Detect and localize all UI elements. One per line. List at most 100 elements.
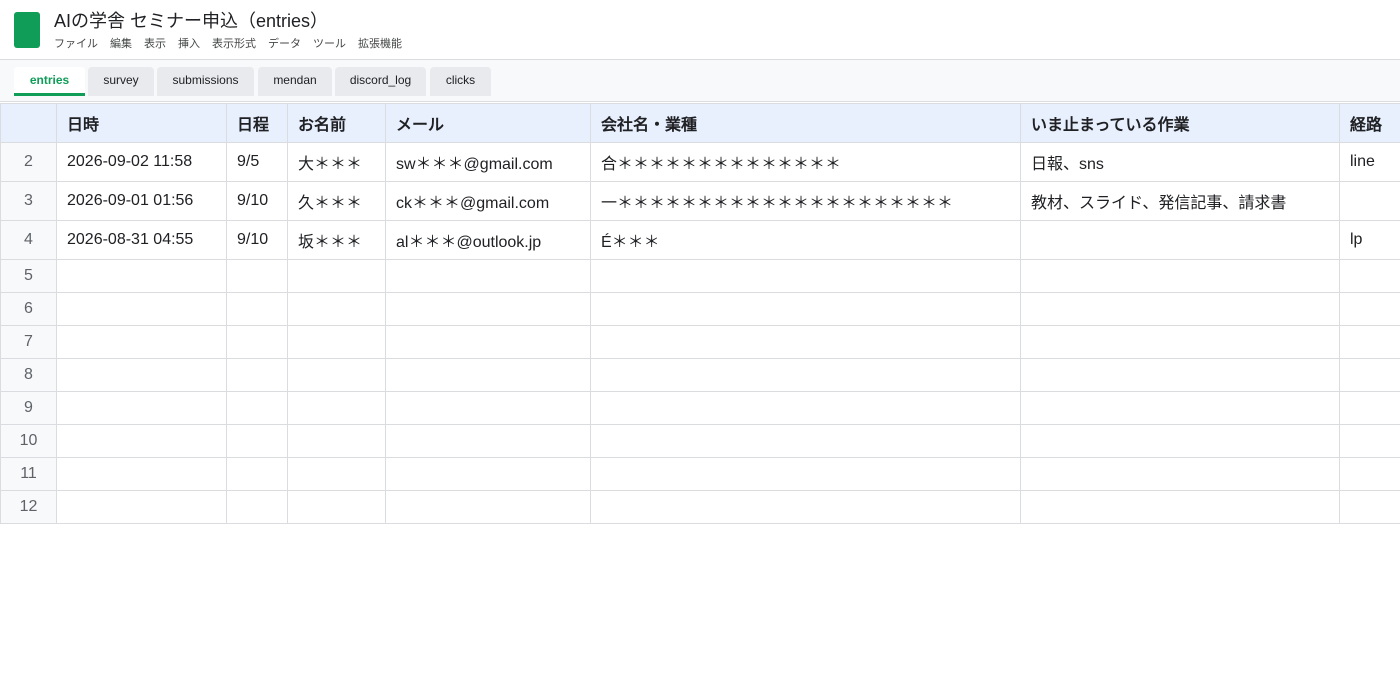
table-cell[interactable]: [1339, 358, 1400, 392]
row-number[interactable]: 9: [0, 391, 57, 425]
table-cell[interactable]: sw＊＊＊@gmail.com: [385, 142, 591, 182]
table-cell[interactable]: 2026-09-01 01:56: [56, 181, 227, 221]
table-cell[interactable]: 9/5: [226, 142, 288, 182]
table-cell[interactable]: [56, 259, 227, 293]
table-cell[interactable]: [226, 457, 288, 491]
menu-view[interactable]: 表示: [144, 36, 166, 52]
table-cell[interactable]: [287, 457, 386, 491]
tab-discord-log[interactable]: discord_log: [335, 67, 426, 96]
table-cell[interactable]: [1020, 391, 1340, 425]
table-cell[interactable]: [56, 424, 227, 458]
table-cell[interactable]: [1339, 325, 1400, 359]
tab-entries[interactable]: entries: [14, 67, 85, 96]
table-cell[interactable]: 坂＊＊＊: [287, 220, 386, 260]
table-cell[interactable]: 教材、スライド、発信記事、請求書: [1020, 181, 1340, 221]
table-cell[interactable]: [56, 325, 227, 359]
row-number[interactable]: 8: [0, 358, 57, 392]
table-cell[interactable]: [1339, 457, 1400, 491]
table-cell[interactable]: [287, 259, 386, 293]
table-cell[interactable]: [1020, 325, 1340, 359]
table-cell[interactable]: 2026-08-31 04:55: [56, 220, 227, 260]
tab-survey[interactable]: survey: [88, 67, 154, 96]
table-cell[interactable]: 2026-09-02 11:58: [56, 142, 227, 182]
header-cell[interactable]: 会社名・業種: [590, 103, 1021, 143]
table-cell[interactable]: [385, 325, 591, 359]
table-cell[interactable]: [1339, 181, 1400, 221]
tab-submissions[interactable]: submissions: [157, 67, 254, 96]
table-cell[interactable]: 9/10: [226, 220, 288, 260]
menu-edit[interactable]: 編集: [110, 36, 132, 52]
table-cell[interactable]: [287, 490, 386, 524]
table-cell[interactable]: [590, 391, 1021, 425]
row-number[interactable]: 4: [0, 220, 57, 260]
table-cell[interactable]: [590, 490, 1021, 524]
table-cell[interactable]: [1020, 490, 1340, 524]
table-cell[interactable]: [1339, 259, 1400, 293]
table-cell[interactable]: [226, 424, 288, 458]
row-number[interactable]: 12: [0, 490, 57, 524]
tab-clicks[interactable]: clicks: [430, 67, 491, 96]
menu-insert[interactable]: 挿入: [178, 36, 200, 52]
table-cell[interactable]: line: [1339, 142, 1400, 182]
row-number[interactable]: 7: [0, 325, 57, 359]
corner-cell[interactable]: [0, 103, 57, 143]
table-cell[interactable]: [56, 391, 227, 425]
table-cell[interactable]: [385, 391, 591, 425]
table-cell[interactable]: [287, 424, 386, 458]
table-cell[interactable]: [590, 325, 1021, 359]
table-cell[interactable]: [287, 292, 386, 326]
header-cell[interactable]: 日時: [56, 103, 227, 143]
table-cell[interactable]: [590, 424, 1021, 458]
table-cell[interactable]: [1020, 358, 1340, 392]
menu-tools[interactable]: ツール: [313, 36, 346, 52]
table-cell[interactable]: [56, 292, 227, 326]
table-cell[interactable]: É＊＊＊: [590, 220, 1021, 260]
table-cell[interactable]: [590, 259, 1021, 293]
header-cell[interactable]: 経路: [1339, 103, 1400, 143]
table-cell[interactable]: [385, 358, 591, 392]
table-cell[interactable]: ck＊＊＊@gmail.com: [385, 181, 591, 221]
table-cell[interactable]: [590, 457, 1021, 491]
table-cell[interactable]: [1020, 220, 1340, 260]
document-title[interactable]: AIの学舎 セミナー申込（entries）: [54, 9, 328, 33]
table-cell[interactable]: [1339, 292, 1400, 326]
table-cell[interactable]: 日報、sns: [1020, 142, 1340, 182]
table-cell[interactable]: [385, 259, 591, 293]
table-cell[interactable]: [226, 358, 288, 392]
table-cell[interactable]: [226, 391, 288, 425]
header-cell[interactable]: いま止まっている作業: [1020, 103, 1340, 143]
header-cell[interactable]: 日程: [226, 103, 288, 143]
table-cell[interactable]: [1339, 424, 1400, 458]
row-number[interactable]: 2: [0, 142, 57, 182]
table-cell[interactable]: [1339, 490, 1400, 524]
table-cell[interactable]: 一＊＊＊＊＊＊＊＊＊＊＊＊＊＊＊＊＊＊＊＊＊: [590, 181, 1021, 221]
row-number[interactable]: 11: [0, 457, 57, 491]
row-number[interactable]: 5: [0, 259, 57, 293]
table-cell[interactable]: [226, 259, 288, 293]
table-cell[interactable]: 大＊＊＊: [287, 142, 386, 182]
header-cell[interactable]: お名前: [287, 103, 386, 143]
menu-format[interactable]: 表示形式: [212, 36, 256, 52]
table-cell[interactable]: al＊＊＊@outlook.jp: [385, 220, 591, 260]
table-cell[interactable]: [56, 457, 227, 491]
table-cell[interactable]: [56, 490, 227, 524]
table-cell[interactable]: [226, 292, 288, 326]
table-cell[interactable]: [385, 457, 591, 491]
table-cell[interactable]: [385, 292, 591, 326]
table-cell[interactable]: 久＊＊＊: [287, 181, 386, 221]
row-number[interactable]: 3: [0, 181, 57, 221]
table-cell[interactable]: [1020, 259, 1340, 293]
tab-mendan[interactable]: mendan: [258, 67, 332, 96]
menu-extensions[interactable]: 拡張機能: [358, 36, 402, 52]
table-cell[interactable]: [590, 292, 1021, 326]
table-cell[interactable]: [1339, 391, 1400, 425]
table-cell[interactable]: [385, 490, 591, 524]
table-cell[interactable]: [287, 358, 386, 392]
table-cell[interactable]: [385, 424, 591, 458]
table-cell[interactable]: [590, 358, 1021, 392]
table-cell[interactable]: 9/10: [226, 181, 288, 221]
table-cell[interactable]: [226, 490, 288, 524]
menu-data[interactable]: データ: [268, 36, 301, 52]
header-cell[interactable]: メール: [385, 103, 591, 143]
table-cell[interactable]: [1020, 292, 1340, 326]
